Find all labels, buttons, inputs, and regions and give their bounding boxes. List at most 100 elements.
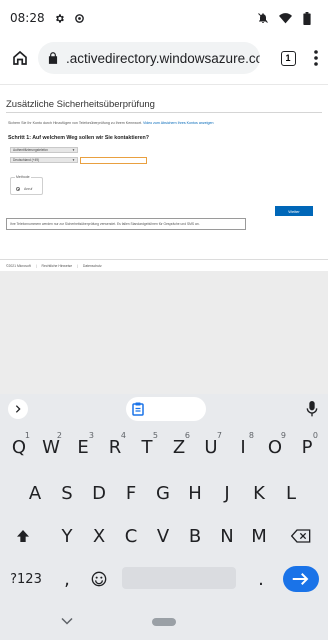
key-c[interactable]: C (116, 519, 146, 553)
intro-text-body: Sichern Sie Ihr Konto durch Hinzufügen v… (8, 121, 142, 125)
key-u[interactable]: U7 (196, 430, 226, 464)
data-saver-icon (73, 11, 87, 25)
key-label: D (92, 482, 106, 504)
battery-icon (300, 11, 314, 25)
key-t[interactable]: T5 (132, 430, 162, 464)
key-label: N (220, 525, 234, 547)
symbols-key[interactable]: ?123 (8, 562, 44, 596)
space-key[interactable] (122, 567, 236, 589)
key-label: R (108, 436, 122, 458)
key-hint: 7 (216, 431, 222, 440)
browser-menu-button[interactable] (304, 40, 328, 76)
key-label: J (224, 482, 230, 504)
key-n[interactable]: N (212, 519, 242, 553)
key-e[interactable]: E3 (68, 430, 98, 464)
backspace-icon (291, 529, 311, 543)
key-hint: 4 (120, 431, 126, 440)
country-value: Deutschland (+49) (13, 158, 40, 162)
chevron-down-icon (61, 617, 73, 625)
key-label: M (251, 525, 267, 547)
keyboard-expand-button[interactable] (8, 399, 28, 419)
enter-key[interactable] (283, 566, 319, 592)
microphone-icon (306, 401, 318, 417)
key-label: X (92, 525, 106, 547)
tab-switcher-button[interactable]: 1 (272, 40, 304, 76)
status-bar: 08:28 (0, 0, 328, 36)
phone-number-input[interactable] (80, 157, 147, 164)
nav-home-pill[interactable] (152, 618, 176, 626)
comma-key[interactable]: , (52, 562, 82, 596)
key-f[interactable]: F (116, 476, 146, 510)
notifications-off-icon (256, 11, 270, 25)
page-background-area (0, 271, 328, 395)
key-s[interactable]: S (52, 476, 82, 510)
home-button[interactable] (2, 40, 38, 76)
voice-input-button[interactable] (303, 399, 321, 419)
key-y[interactable]: Y (52, 519, 82, 553)
chevron-right-icon (15, 405, 21, 413)
shift-key[interactable] (8, 519, 38, 553)
key-a[interactable]: A (20, 476, 50, 510)
method-radio-call[interactable] (16, 187, 20, 191)
key-q[interactable]: Q1 (4, 430, 34, 464)
key-x[interactable]: X (84, 519, 114, 553)
shift-icon (17, 530, 29, 542)
emoji-key[interactable] (84, 562, 114, 596)
contact-method-select[interactable]: Authentifizierungstelefon ▼ (10, 147, 78, 153)
key-r[interactable]: R4 (100, 430, 130, 464)
key-label: C (124, 525, 138, 547)
key-hint: 5 (152, 431, 158, 440)
footer-legal-link[interactable]: Rechtliche Hinweise (42, 264, 73, 268)
key-hint: 6 (184, 431, 190, 440)
intro-video-link[interactable]: Video zum Absichern Ihres Kontos anzeige… (143, 121, 213, 125)
key-hint: 1 (24, 431, 30, 440)
intro-text: Sichern Sie Ihr Konto durch Hinzufügen v… (8, 121, 213, 125)
key-k[interactable]: K (244, 476, 274, 510)
key-d[interactable]: D (84, 476, 114, 510)
key-label: S (61, 482, 73, 504)
soft-keyboard: Q1W2E3R4T5Z6U7I8O9P0 ASDFGHJKL YXCVBNM ?… (0, 394, 328, 604)
arrow-right-icon (292, 573, 309, 585)
key-hint: 3 (88, 431, 94, 440)
page-title: Zusätzliche Sicherheitsüberprüfung (6, 99, 155, 110)
key-i[interactable]: I8 (228, 430, 258, 464)
method-fieldset: Methode Anruf (10, 175, 43, 195)
key-w[interactable]: W2 (36, 430, 66, 464)
key-h[interactable]: H (180, 476, 210, 510)
title-divider (6, 112, 322, 113)
key-label: A (28, 482, 42, 504)
next-button[interactable]: Weiter (275, 206, 313, 216)
key-label: Z (172, 436, 186, 458)
key-o[interactable]: O9 (260, 430, 290, 464)
lock-icon (48, 52, 58, 64)
key-label: H (188, 482, 202, 504)
key-label: U (204, 436, 218, 458)
step-title: Schritt 1: Auf welchem Weg sollen wir Si… (8, 135, 149, 141)
status-time: 08:28 (10, 11, 45, 25)
key-label: V (156, 525, 170, 547)
clipboard-button[interactable] (126, 397, 206, 421)
key-g[interactable]: G (148, 476, 178, 510)
key-label: T (141, 436, 153, 458)
key-z[interactable]: Z6 (164, 430, 194, 464)
nav-back-button[interactable] (60, 614, 74, 628)
key-b[interactable]: B (180, 519, 210, 553)
period-key[interactable]: . (246, 562, 276, 596)
key-label: F (125, 482, 137, 504)
key-hint: 9 (280, 431, 286, 440)
key-j[interactable]: J (212, 476, 242, 510)
footer-privacy-link[interactable]: Datenschutz (83, 264, 102, 268)
key-p[interactable]: P0 (292, 430, 322, 464)
footer-separator: | (35, 264, 37, 268)
method-legend: Methode (15, 175, 31, 179)
key-m[interactable]: M (244, 519, 274, 553)
address-bar[interactable]: .activedirectory.windowsazure.com (38, 42, 260, 74)
backspace-key[interactable] (286, 519, 316, 553)
country-select[interactable]: Deutschland (+49) ▼ (10, 157, 78, 163)
more-vert-icon (314, 50, 318, 66)
key-v[interactable]: V (148, 519, 178, 553)
key-label: E (77, 436, 89, 458)
footer-copyright: ©2021 Microsoft (6, 264, 31, 268)
key-l[interactable]: L (276, 476, 306, 510)
tab-count: 1 (280, 50, 296, 66)
